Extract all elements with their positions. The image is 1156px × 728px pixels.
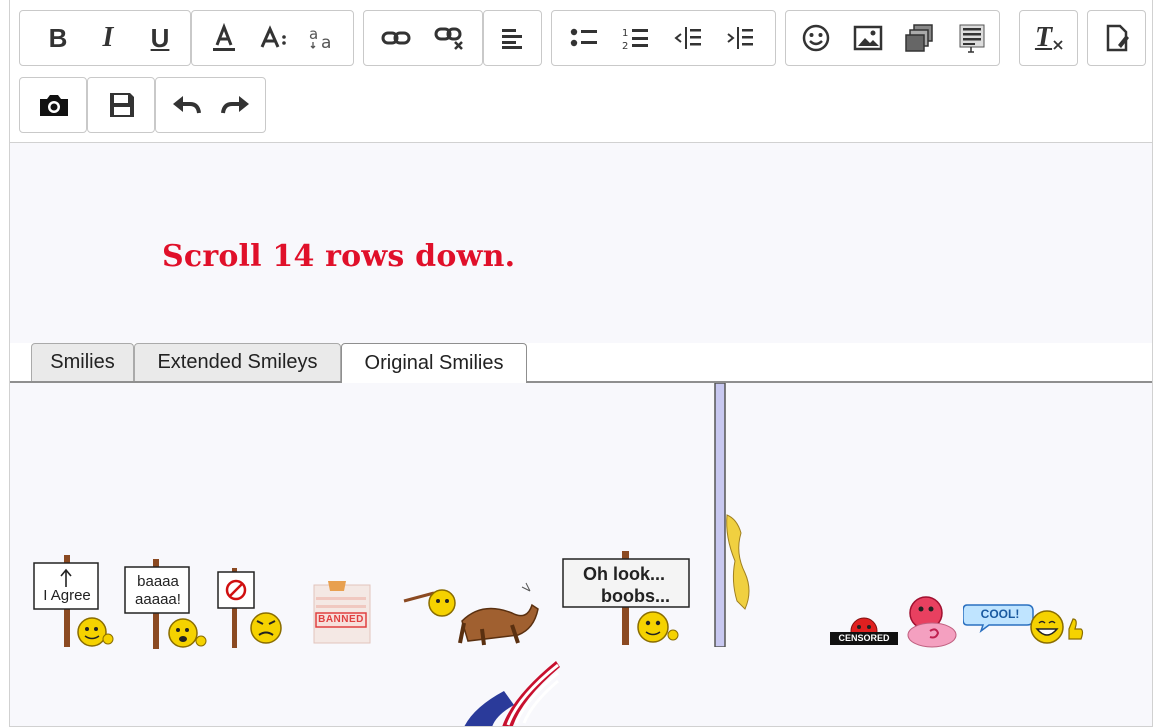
baaaa-line-2: aaaaa! — [135, 591, 181, 608]
insert-link-button[interactable] — [370, 11, 422, 65]
undo-icon — [173, 96, 201, 114]
align-group — [483, 10, 542, 66]
bullet-list-button[interactable] — [558, 11, 610, 65]
svg-text:2: 2 — [622, 41, 628, 52]
text-color-icon — [213, 23, 235, 51]
history-group — [155, 77, 266, 133]
baaaa-sign-text: baaaa aaaaa! — [127, 573, 189, 609]
bold-label: B — [48, 22, 68, 53]
svg-text:a: a — [309, 25, 318, 43]
italic-label: I — [102, 22, 114, 53]
source-group — [1087, 10, 1146, 66]
align-left-button[interactable] — [488, 11, 538, 65]
smilies-panel: I Agree baaaa aaaaa! BANNED Oh look... b… — [10, 383, 1152, 726]
banned-icon — [313, 581, 371, 644]
link-icon — [381, 31, 411, 45]
change-case-icon: aa — [309, 25, 331, 53]
gallery-icon — [905, 24, 933, 52]
boobs-line-2: boobs... — [601, 586, 670, 606]
indent-icon — [727, 27, 753, 49]
insert-image-button[interactable] — [842, 11, 894, 65]
redo-icon — [221, 96, 249, 114]
clear-format-button[interactable]: T — [1024, 11, 1074, 65]
outdent-icon — [674, 27, 701, 49]
floppy-disk-icon — [110, 93, 134, 117]
bold-button[interactable]: B — [34, 11, 82, 65]
redo-button[interactable] — [212, 78, 260, 132]
smiley-button[interactable] — [790, 11, 842, 65]
source-button[interactable] — [1092, 11, 1142, 65]
unlink-icon — [434, 27, 463, 50]
document-edit-icon — [1106, 24, 1129, 52]
remove-link-button[interactable] — [424, 11, 476, 65]
instruction-text: Scroll 14 rows down. — [162, 239, 516, 274]
camera-icon — [40, 95, 68, 116]
link-group — [363, 10, 483, 66]
clear-x-icon — [1053, 40, 1063, 50]
underline-button[interactable]: U — [136, 11, 184, 65]
baaaa-line-1: baaaa — [137, 573, 179, 590]
svg-text:1: 1 — [622, 28, 628, 39]
editor-content-area[interactable]: Scroll 14 rows down. — [10, 143, 1152, 343]
toolbar: B I U aa 1 2 T — [10, 0, 1152, 143]
smiley-pink-blush[interactable] — [906, 595, 958, 649]
boobs-line-1: Oh look... — [583, 564, 666, 584]
smilies-tabs: Smilies Extended Smileys Original Smilie… — [10, 343, 1152, 383]
screenshot-group — [19, 77, 87, 133]
tab-original-smilies[interactable]: Original Smilies — [341, 343, 527, 383]
tab-smilies[interactable]: Smilies — [31, 343, 134, 381]
basic-format-group: B I U — [19, 10, 191, 66]
censored-icon — [830, 617, 898, 645]
smiley-boobs-sign[interactable]: Oh look... boobs... — [561, 551, 696, 647]
insert-gallery-button[interactable] — [894, 11, 946, 65]
smiley-flag-pole[interactable] — [713, 383, 773, 648]
no-sign-icon — [217, 568, 282, 648]
indent-button[interactable] — [714, 11, 766, 65]
smiley-cool-thumbs[interactable]: COOL! — [963, 601, 1087, 647]
underline-label: U — [150, 22, 170, 53]
text-block-icon — [959, 24, 985, 53]
smiley-banned[interactable]: BANNED — [310, 579, 372, 647]
save-group — [87, 77, 155, 133]
image-icon — [853, 25, 883, 51]
clear-format-group: T — [1019, 10, 1078, 66]
clear-format-label: T — [1034, 22, 1053, 53]
camera-button[interactable] — [28, 78, 80, 132]
font-size-button[interactable] — [250, 11, 298, 65]
text-color-button[interactable] — [200, 11, 248, 65]
smiley-icon — [802, 24, 830, 52]
smiley-censored[interactable]: CENSORED — [828, 615, 900, 649]
smiley-agree[interactable]: I Agree — [32, 555, 120, 650]
banned-text: BANNED — [318, 614, 364, 625]
smiley-no-sign[interactable] — [216, 568, 296, 650]
bullet-list-icon — [570, 28, 597, 47]
boobs-sign-text: Oh look... boobs... — [565, 563, 689, 607]
editor-frame: B I U aa 1 2 T Scroll 14 rows down. Smil… — [9, 0, 1153, 727]
tab-extended-smileys[interactable]: Extended Smileys — [134, 343, 341, 381]
italic-button[interactable]: I — [84, 11, 132, 65]
censored-text: CENSORED — [838, 633, 890, 643]
align-left-icon — [502, 29, 522, 49]
agree-sign-text: I Agree — [43, 587, 91, 604]
us-flag-icon — [464, 661, 560, 726]
insert-group — [785, 10, 1000, 66]
change-case-button[interactable]: aa — [300, 11, 348, 65]
list-group: 12 — [551, 10, 776, 66]
smiley-baaaa[interactable]: baaaa aaaaa! — [123, 559, 213, 651]
cool-text: COOL! — [980, 607, 1020, 621]
outdent-button[interactable] — [662, 11, 714, 65]
flag-pole-icon — [714, 383, 750, 648]
svg-text:a: a — [321, 33, 331, 53]
numbered-list-button[interactable]: 12 — [610, 11, 662, 65]
pink-blush-icon — [907, 596, 957, 648]
font-style-group: aa — [191, 10, 354, 66]
horse-kick-icon — [403, 582, 539, 646]
undo-button[interactable] — [162, 78, 210, 132]
save-button[interactable] — [96, 78, 148, 132]
insert-code-button[interactable] — [946, 11, 998, 65]
smiley-horse-kick[interactable] — [402, 581, 542, 649]
smiley-us-flag[interactable] — [462, 657, 562, 726]
font-size-icon — [260, 25, 286, 48]
numbered-list-icon: 12 — [622, 28, 648, 52]
